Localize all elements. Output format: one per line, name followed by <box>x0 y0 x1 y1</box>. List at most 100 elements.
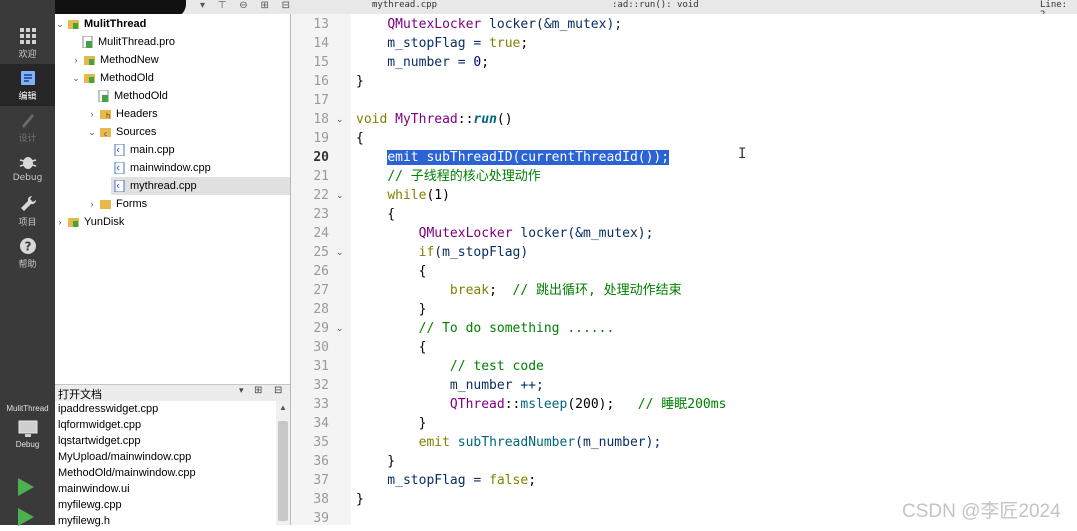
code-line[interactable]: { <box>356 205 395 224</box>
list-item[interactable]: myfilewg.h <box>58 515 110 531</box>
code-line[interactable]: emit subThreadNumber(m_number); <box>356 433 662 452</box>
code-line[interactable]: } <box>356 452 395 471</box>
chevron-right-icon[interactable]: › <box>71 55 81 65</box>
kit-selector[interactable]: MulitThread Debug <box>0 404 55 449</box>
code-token: locker(&m_mutex); <box>512 226 654 241</box>
mode-debug[interactable]: Debug <box>0 148 55 190</box>
tree-item-label: mythread.cpp <box>130 180 197 192</box>
list-item[interactable]: lqformwidget.cpp <box>58 419 141 435</box>
tree-item[interactable]: main.cpp <box>111 141 175 159</box>
code-token: m_number ++; <box>356 378 544 393</box>
code-line[interactable]: } <box>356 490 364 509</box>
list-item[interactable]: ipaddresswidget.cpp <box>58 403 158 419</box>
chevron-down-icon[interactable]: ⌄ <box>55 19 65 30</box>
code-token: QMutexLocker <box>418 226 513 241</box>
document-selector[interactable]: mythread.cpp <box>372 0 437 10</box>
code-line[interactable]: // 子线程的核心处理动作 <box>356 167 540 186</box>
sidebar-toolbar-icons[interactable]: ▾ ⊤ ⊖ ⊞ ⊟ <box>200 0 295 11</box>
mode-design[interactable]: 设计 <box>0 106 55 148</box>
mode-edit[interactable]: 编辑 <box>0 64 55 106</box>
code-line[interactable]: { <box>356 262 427 281</box>
open-documents-scrollbar[interactable]: ▲ <box>276 401 290 525</box>
split-icon[interactable]: ⊞ <box>254 385 262 396</box>
tree-item-label: main.cpp <box>130 144 175 156</box>
tree-item[interactable]: › Forms <box>87 195 148 213</box>
list-item[interactable]: myfilewg.cpp <box>58 499 122 515</box>
code-line[interactable]: m_stopFlag = false; <box>356 471 536 490</box>
tree-item-selected[interactable]: mythread.cpp <box>111 177 290 195</box>
code-token: // To do something ...... <box>418 321 615 336</box>
list-item[interactable]: MyUpload/mainwindow.cpp <box>58 451 191 467</box>
dropdown-arrow-icon[interactable]: ▾ <box>239 385 244 396</box>
code-line[interactable]: } <box>356 414 427 433</box>
code-token: msleep <box>520 397 568 412</box>
chevron-right-icon[interactable]: › <box>55 217 65 227</box>
run-button[interactable] <box>14 476 38 498</box>
code-line[interactable]: QThread::msleep(200); // 睡眠200ms <box>356 395 727 414</box>
tree-item[interactable]: mainwindow.cpp <box>111 159 211 177</box>
chevron-right-icon[interactable]: › <box>87 109 97 119</box>
close-pane-icon[interactable]: ⊟ <box>274 385 282 396</box>
code-line[interactable]: { <box>356 338 427 357</box>
code-line[interactable]: m_number = 0; <box>356 53 489 72</box>
fold-marker-icon[interactable]: ⌄ <box>336 186 346 205</box>
code-line[interactable]: if(m_stopFlag) <box>356 243 529 262</box>
code-token: m_stopFlag = <box>356 36 490 51</box>
chevron-right-icon[interactable]: › <box>87 199 97 209</box>
tree-item[interactable]: ⌄ MethodOld <box>71 69 154 87</box>
code-line[interactable]: // test code <box>356 357 544 376</box>
code-line[interactable]: QMutexLocker locker(&m_mutex); <box>356 15 622 34</box>
line-number: 26 <box>313 264 329 279</box>
tree-item[interactable]: MulitThread.pro <box>79 33 175 51</box>
tree-item[interactable]: › MethodNew <box>71 51 159 69</box>
list-item[interactable]: mainwindow.ui <box>58 483 130 499</box>
code-line[interactable]: { <box>356 129 364 148</box>
code-token: locker(&m_mutex); <box>481 17 623 32</box>
tree-item[interactable]: ⌄ c Sources <box>87 123 156 141</box>
line-number: 19 <box>313 131 329 146</box>
fold-marker-icon[interactable]: ⌄ <box>336 110 346 129</box>
code-token: true <box>489 36 521 51</box>
code-line[interactable]: void MyThread::run() <box>356 110 513 129</box>
tree-item-label: Forms <box>116 198 148 210</box>
code-token: (m_number); <box>575 435 662 450</box>
headers-folder-icon: h <box>100 110 111 120</box>
code-line[interactable]: // To do something ...... <box>356 319 615 338</box>
chevron-down-icon[interactable]: ⌄ <box>71 73 81 84</box>
code-line[interactable]: break; // 跳出循环, 处理动作结束 <box>356 281 682 300</box>
mode-welcome[interactable]: 欢迎 <box>0 22 55 64</box>
scroll-up-icon[interactable]: ▲ <box>279 403 287 412</box>
list-item[interactable]: lqstartwidget.cpp <box>58 435 141 451</box>
code-line[interactable]: while(1) <box>356 186 450 205</box>
selected-text: emit subThreadID(currentThreadId()); <box>387 150 670 165</box>
code-line[interactable]: } <box>356 72 364 91</box>
mode-help[interactable]: ? 帮助 <box>0 232 55 274</box>
fold-marker-icon[interactable]: ⌄ <box>336 319 346 338</box>
line-number: 34 <box>313 416 329 431</box>
symbol-selector[interactable]: :ad::run(): void <box>612 0 699 10</box>
mode-label: 设计 <box>18 134 37 144</box>
code-line[interactable]: } <box>356 300 427 319</box>
list-item[interactable]: MethodOld/mainwindow.cpp <box>58 467 196 483</box>
tree-item[interactable]: › h Headers <box>87 105 158 123</box>
code-line-selected[interactable]: emit subThreadID(currentThreadId()); <box>356 148 670 167</box>
code-line[interactable]: m_number ++; <box>356 376 544 395</box>
fold-marker-icon[interactable]: ⌄ <box>336 243 346 262</box>
design-icon <box>21 114 34 128</box>
mode-projects[interactable]: 项目 <box>0 190 55 232</box>
scroll-thumb[interactable] <box>278 421 288 521</box>
code-line[interactable]: m_stopFlag = true; <box>356 34 528 53</box>
chevron-down-icon[interactable]: ⌄ <box>87 127 97 138</box>
code-line[interactable]: QMutexLocker locker(&m_mutex); <box>356 224 654 243</box>
cpp-file-icon <box>114 144 125 156</box>
project-tree: ⌄ MulitThread MulitThread.pro › MethodNe… <box>55 14 290 384</box>
tree-item[interactable]: › YunDisk <box>55 213 125 231</box>
open-documents-header: 打开文档 ▾ ⊞ ⊟ <box>55 384 290 402</box>
tree-item[interactable]: ⌄ MulitThread <box>55 15 146 33</box>
tree-item[interactable]: MethodOld <box>95 87 168 105</box>
line-number: 21 <box>313 169 329 184</box>
